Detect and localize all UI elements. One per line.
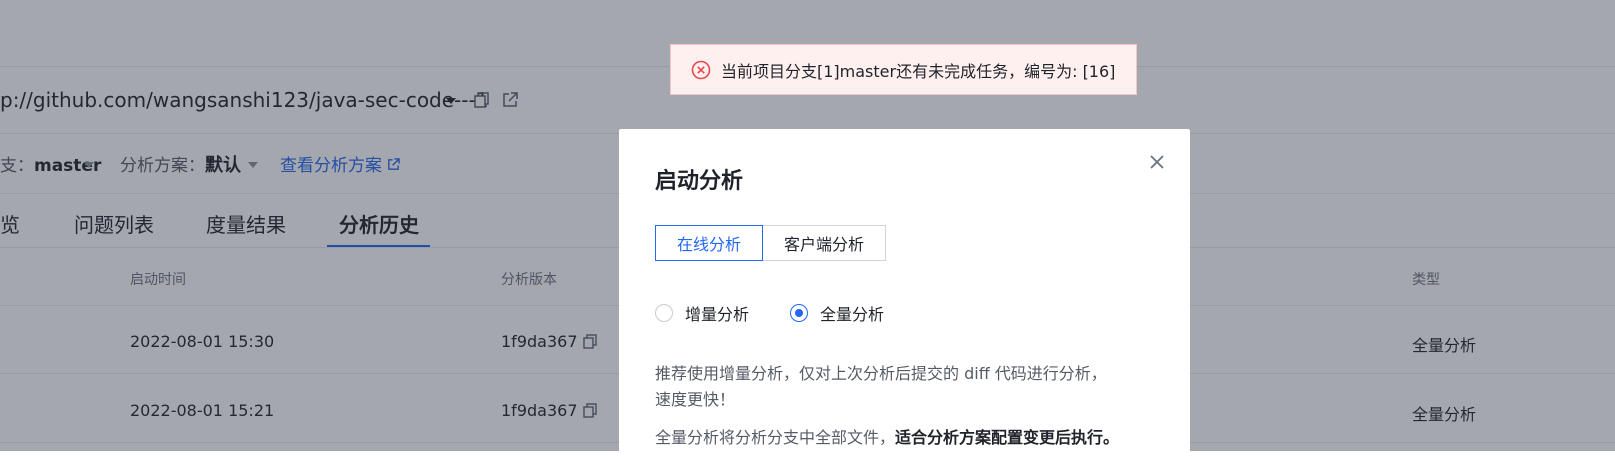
client-analysis-option[interactable]: 客户端分析 [763, 225, 886, 261]
incremental-analysis-radio[interactable]: 增量分析 [655, 301, 749, 325]
radio-circle-selected [790, 304, 808, 322]
radio-label: 全量分析 [820, 305, 885, 324]
desc-prefix: 全量分析将分析分支中全部文件， [655, 428, 896, 447]
online-analysis-option[interactable]: 在线分析 [655, 225, 763, 261]
desc-emphasis: 适合分析方案配置变更后执行。 [895, 428, 1120, 447]
start-analysis-dialog: 启动分析 在线分析 客户端分析 增量分析 全量分析 推荐使用增量分析，仅对上次分… [619, 129, 1190, 469]
error-circle-icon [691, 60, 711, 79]
radio-circle [655, 304, 673, 322]
toast-message: 当前项目分支[1]master还有未完成任务，编号为: [16] [721, 61, 1116, 81]
description-line: 推荐使用增量分析，仅对上次分析后提交的 diff 代码进行分析， [655, 364, 1107, 383]
close-icon[interactable] [1148, 153, 1166, 171]
radio-label: 增量分析 [685, 305, 750, 324]
description-line: 速度更快！ [655, 390, 736, 409]
full-analysis-radio[interactable]: 全量分析 [790, 301, 884, 325]
error-toast: 当前项目分支[1]master还有未完成任务，编号为: [16] [670, 44, 1137, 95]
dialog-title: 启动分析 [655, 169, 744, 194]
analysis-mode-switch: 在线分析 客户端分析 [655, 225, 886, 261]
description-line: 全量分析将分析分支中全部文件，适合分析方案配置变更后执行。 [655, 425, 1119, 451]
